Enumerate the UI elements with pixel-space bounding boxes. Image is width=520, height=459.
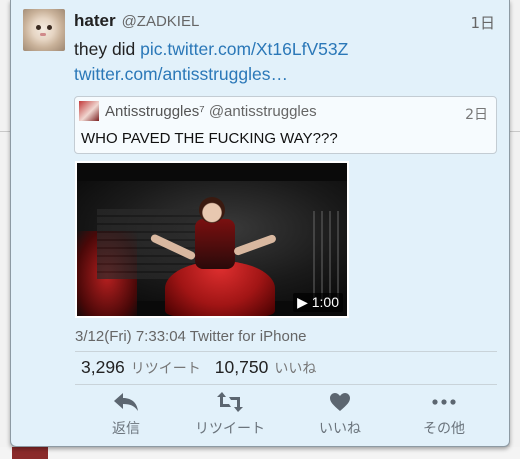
- retweet-icon: [185, 388, 275, 416]
- avatar[interactable]: [23, 9, 65, 51]
- author-name[interactable]: hater: [74, 11, 116, 30]
- like-button[interactable]: いいね: [295, 388, 385, 438]
- more-button[interactable]: その他: [399, 388, 489, 438]
- quote-avatar: [79, 101, 99, 121]
- quote-time: 2日: [465, 107, 488, 123]
- tweet-timestamp-source: 3/12(Fri) 7:33:04 Twitter for iPhone: [75, 328, 307, 345]
- tweet-text: they did pic.twitter.com/Xt16LfV53Z twit…: [74, 37, 499, 87]
- video-duration-badge: ▶ 1:00: [293, 293, 343, 312]
- tweet-time: 1日: [470, 14, 495, 32]
- tweet-stats: 3,296 リツイート 10,750 いいね: [81, 357, 330, 378]
- more-label: その他: [423, 421, 465, 437]
- reply-icon: [81, 388, 171, 416]
- tweet-text-prefix: they did: [74, 39, 141, 59]
- quote-header: Antisstruggles⁷ @antisstruggles: [105, 103, 317, 120]
- background-next-tweet: [0, 447, 520, 459]
- quote-text: WHO PAVED THE FUCKING WAY???: [81, 130, 338, 147]
- retweet-count-label: リツイート: [130, 360, 201, 376]
- reply-button[interactable]: 返信: [81, 388, 171, 438]
- quoted-tweet[interactable]: Antisstruggles⁷ @antisstruggles 2日 WHO P…: [74, 96, 497, 154]
- tweet-popup: hater @ZADKIEL 1日 they did pic.twitter.co…: [10, 0, 510, 447]
- author: hater @ZADKIEL: [74, 11, 199, 31]
- quote-author-handle: @antisstruggles: [208, 103, 317, 120]
- divider: [75, 384, 497, 385]
- background-right: [510, 0, 520, 459]
- like-label: いいね: [319, 421, 361, 437]
- pic-link[interactable]: pic.twitter.com/Xt16LfV53Z: [140, 39, 348, 59]
- retweet-count[interactable]: 3,296: [81, 357, 125, 377]
- video-thumbnail[interactable]: ▶ 1:00: [75, 161, 349, 318]
- heart-icon: [295, 388, 385, 416]
- retweet-label: リツイート: [195, 421, 265, 437]
- retweet-button[interactable]: リツイート: [185, 388, 275, 438]
- like-count[interactable]: 10,750: [215, 357, 269, 377]
- more-dots-icon: [399, 388, 489, 416]
- action-bar: 返信 リツイート いいね その他: [75, 388, 497, 443]
- quote-author-name: Antisstruggles⁷: [105, 103, 205, 120]
- reply-label: 返信: [112, 421, 140, 437]
- divider: [75, 351, 497, 352]
- like-count-label: いいね: [274, 360, 317, 376]
- quote-link[interactable]: twitter.com/antisstruggles…: [74, 64, 288, 84]
- author-handle[interactable]: @ZADKIEL: [122, 13, 200, 30]
